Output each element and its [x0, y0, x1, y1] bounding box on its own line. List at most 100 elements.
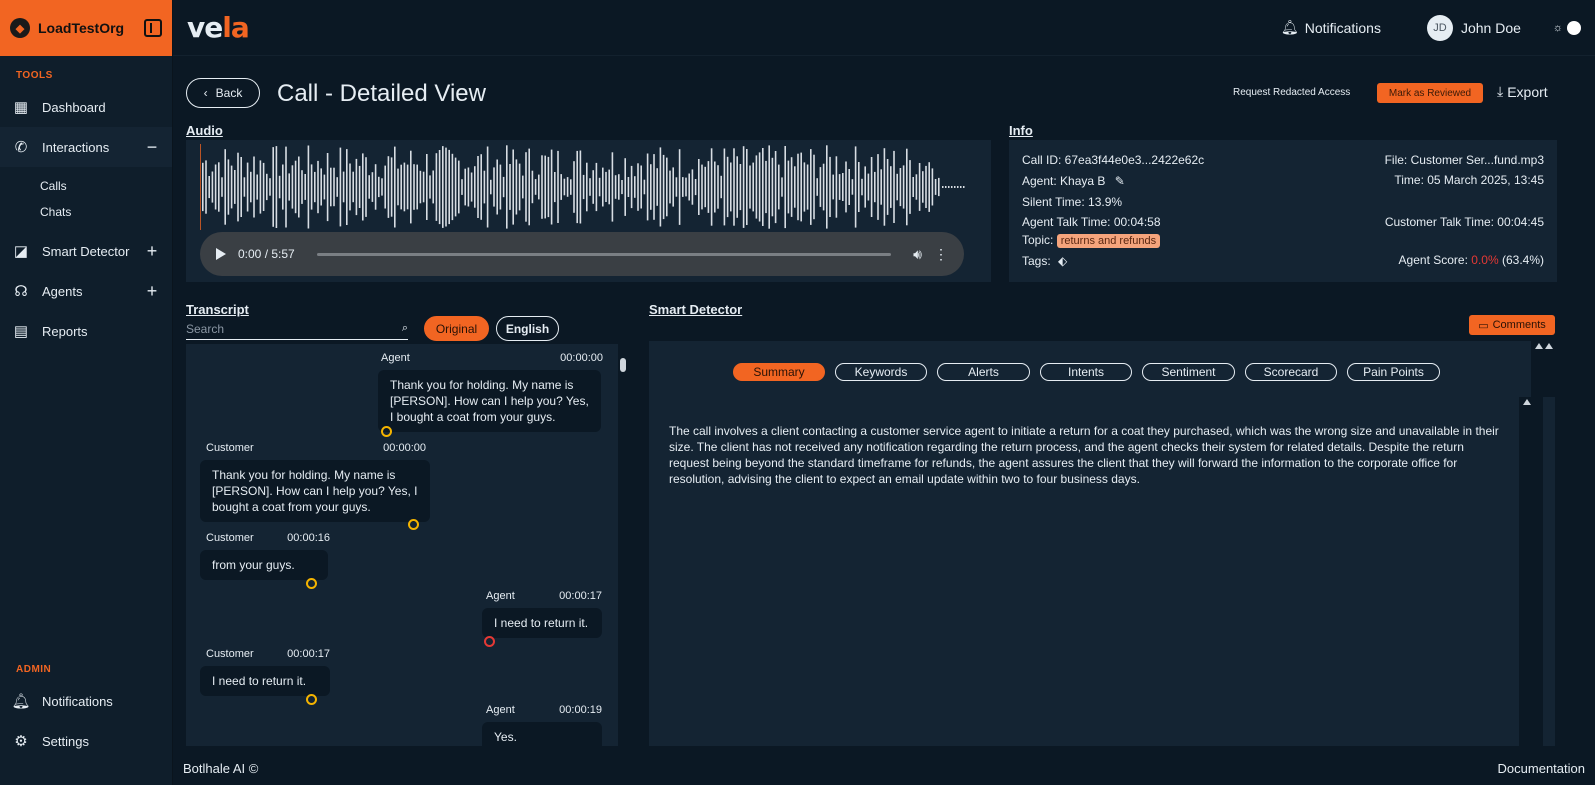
waveform-bar — [365, 157, 367, 217]
waveform-bar — [211, 171, 214, 203]
brand-logo[interactable]: vela — [187, 11, 250, 44]
tab-intents[interactable]: Intents — [1040, 363, 1132, 381]
agent-message-bubble[interactable]: I need to return it. — [482, 608, 602, 638]
sidebar-item-agents[interactable]: ☊ Agents + — [0, 271, 172, 311]
waveform-bar — [646, 153, 649, 221]
waveform-bar — [320, 168, 322, 206]
waveform-bar — [541, 155, 543, 219]
sidebar-subitem-calls[interactable]: Calls — [0, 173, 172, 199]
waveform-bar — [896, 173, 898, 201]
documentation-link[interactable]: Documentation — [1498, 761, 1585, 776]
english-language-button[interactable]: English — [496, 316, 559, 341]
original-language-button[interactable]: Original — [424, 316, 489, 341]
waveform-bar — [282, 164, 284, 210]
waveform-bar — [435, 153, 438, 221]
customer-message-bubble[interactable]: from your guys. — [200, 550, 328, 580]
agent-message-bubble[interactable]: Thank you for holding. My name is [PERSO… — [378, 370, 601, 432]
search-input[interactable] — [186, 321, 402, 336]
user-name[interactable]: John Doe — [1461, 20, 1521, 36]
waveform-bar — [723, 148, 726, 226]
scroll-up-icon[interactable] — [1523, 399, 1531, 405]
tab-scorecard[interactable]: Scorecard — [1245, 363, 1337, 381]
sidebar-item-smart-detector[interactable]: ◪ Smart Detector + — [0, 231, 172, 271]
customer-message-bubble[interactable]: Thank you for holding. My name is [PERSO… — [200, 460, 430, 522]
theme-toggle[interactable]: ☼ — [1553, 20, 1581, 35]
waveform-bar — [803, 162, 806, 212]
collapse-sidebar-icon[interactable] — [144, 19, 162, 37]
audio-progress-bar[interactable] — [316, 252, 892, 256]
sidebar-item-settings[interactable]: ⚙ Settings — [0, 721, 173, 761]
transcript-panel[interactable]: Agent 00:00:00 Thank you for holding. My… — [186, 344, 628, 746]
waveform-bar — [208, 176, 210, 199]
waveform-bar — [691, 169, 694, 205]
waveform-bar — [362, 153, 364, 221]
waveform-bar — [230, 165, 233, 209]
sidebar-item-label: Smart Detector — [42, 243, 130, 259]
tab-pain-points[interactable]: Pain Points — [1347, 363, 1440, 381]
waveform-bar — [227, 159, 230, 215]
tag-icon[interactable]: ⬖ — [1058, 254, 1067, 268]
volume-icon[interactable]: 🔊︎ — [913, 246, 922, 263]
tab-sentiment[interactable]: Sentiment — [1142, 363, 1235, 381]
sidebar-item-notifications[interactable]: 🔔︎ Notifications — [0, 681, 173, 721]
customer-message-bubble[interactable]: I need to return it. — [200, 666, 330, 696]
sidebar-item-label: Settings — [42, 733, 89, 749]
footer-copyright: Botlhale AI © — [183, 761, 259, 776]
waveform-bar — [864, 166, 866, 208]
waveform-bar — [662, 154, 665, 220]
collapse-toggle-icon[interactable]: − — [144, 137, 160, 158]
waveform-bar — [835, 156, 838, 218]
waveform-bar — [461, 179, 463, 195]
topic-badge[interactable]: returns and refunds — [1056, 234, 1161, 248]
bell-icon: 🔔︎ — [11, 693, 31, 710]
scroll-up-icon[interactable] — [1545, 343, 1553, 349]
sidebar-item-reports[interactable]: ▤ Reports — [0, 311, 172, 351]
waveform-bar — [707, 161, 710, 213]
smart-detector-panel: Summary Keywords Alerts Intents Sentimen… — [649, 341, 1555, 746]
message-meta: Agent 00:00:00 — [381, 352, 603, 364]
sidebar-subitem-chats[interactable]: Chats — [0, 199, 172, 225]
comments-button[interactable]: ▭ Comments — [1469, 315, 1555, 335]
chart-icon: ◪ — [13, 243, 29, 260]
expand-toggle-icon[interactable]: + — [144, 281, 160, 302]
waveform-bar — [275, 146, 278, 228]
file-name: File: Customer Ser...fund.mp3 — [1384, 153, 1544, 167]
mark-as-reviewed-button[interactable]: Mark as Reviewed — [1377, 83, 1483, 103]
request-redacted-access-link[interactable]: Request Redacted Access — [1233, 87, 1350, 98]
waveform-bar — [874, 171, 876, 203]
search-icon[interactable]: ⌕ — [402, 322, 408, 335]
waveform-bar — [675, 177, 678, 197]
tabs-scrollbar[interactable] — [1531, 341, 1555, 397]
tab-alerts[interactable]: Alerts — [937, 363, 1030, 381]
info-panel: Call ID: 67ea3f44e0e3...2422e62c File: C… — [1009, 140, 1557, 282]
transcript-scrollbar[interactable] — [618, 344, 628, 746]
expand-toggle-icon[interactable]: + — [144, 241, 160, 262]
waveform-bar — [906, 148, 908, 226]
waveform-bar — [528, 148, 530, 226]
audio-section-title: Audio — [186, 123, 223, 138]
waveform-bar — [784, 146, 786, 229]
avatar[interactable]: JD — [1426, 14, 1453, 41]
waveform-bar — [410, 150, 412, 224]
waveform-bar — [355, 158, 358, 216]
speaker-label: Agent — [486, 704, 515, 716]
message-meta: Agent 00:00:17 — [486, 590, 602, 602]
waveform-bar — [288, 173, 290, 201]
sidebar-item-interactions[interactable]: ✆ Interactions − — [0, 127, 172, 167]
scroll-up-icon[interactable] — [1535, 343, 1543, 349]
sidebar-item-dashboard[interactable]: ▦ Dashboard — [0, 87, 172, 127]
tab-keywords[interactable]: Keywords — [835, 363, 927, 381]
summary-scrollbar[interactable] — [1519, 397, 1543, 746]
play-icon[interactable] — [216, 248, 226, 260]
tab-summary[interactable]: Summary — [733, 363, 825, 381]
edit-icon[interactable]: ✎ — [1115, 174, 1125, 188]
waveform-bar — [202, 162, 204, 212]
notifications-button[interactable]: 🔔︎ Notifications — [1281, 19, 1381, 36]
back-button[interactable]: ‹ Back — [186, 78, 260, 108]
agent-message-bubble[interactable]: Yes. — [482, 722, 602, 746]
more-options-icon[interactable]: ⋮ — [934, 246, 948, 263]
waveform-bar — [589, 178, 591, 196]
waveform[interactable] — [200, 144, 970, 230]
waveform-bar — [870, 157, 873, 217]
export-button[interactable]: ⤓ Export — [1497, 83, 1548, 100]
